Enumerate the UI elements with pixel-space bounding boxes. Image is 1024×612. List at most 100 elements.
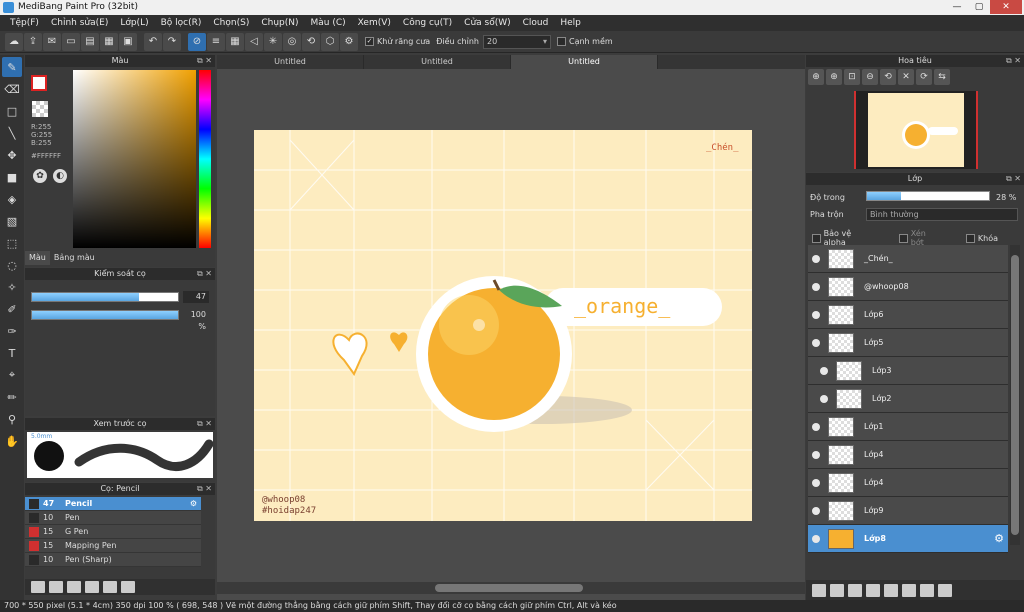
snap-circle-icon[interactable]: ◎ bbox=[283, 32, 301, 51]
close-button[interactable]: ✕ bbox=[990, 0, 1022, 14]
rotate-left-icon[interactable]: ⟲ bbox=[880, 69, 896, 85]
layer-folder-icon[interactable] bbox=[884, 583, 898, 597]
visibility-eye-icon[interactable] bbox=[812, 310, 820, 319]
layer-row[interactable]: Lớp6 bbox=[808, 301, 1008, 329]
menu-window[interactable]: Cửa sổ(W) bbox=[458, 18, 516, 28]
layer-row[interactable]: _Chén_ bbox=[808, 245, 1008, 273]
delete-brush-icon[interactable] bbox=[121, 581, 135, 593]
layer-row[interactable]: Lớp4 bbox=[808, 469, 1008, 497]
chat-icon[interactable]: ▭ bbox=[62, 32, 80, 51]
snap-perspective-icon[interactable]: ◁ bbox=[245, 32, 263, 51]
duplicate-layer-icon[interactable] bbox=[902, 583, 916, 597]
hue-slider[interactable] bbox=[199, 70, 211, 248]
tab-palette[interactable]: Bảng màu bbox=[50, 251, 99, 265]
tab-untitled-2[interactable]: Untitled bbox=[364, 55, 511, 69]
brush-opacity-slider[interactable] bbox=[31, 310, 179, 320]
horizontal-scroll-thumb[interactable] bbox=[435, 584, 583, 592]
hand-tool-icon[interactable]: ✋ bbox=[2, 431, 22, 451]
snap-curve-icon[interactable]: ⟲ bbox=[302, 32, 320, 51]
lasso-tool-icon[interactable]: ◌ bbox=[2, 255, 22, 275]
tab-untitled-1[interactable]: Untitled bbox=[217, 55, 364, 69]
menu-cloud[interactable]: Cloud bbox=[517, 18, 555, 28]
menu-edit[interactable]: Chỉnh sửa(E) bbox=[45, 18, 114, 28]
snap-grid-icon[interactable]: ▦ bbox=[226, 32, 244, 51]
comment-icon[interactable]: ✉ bbox=[43, 32, 61, 51]
visibility-eye-icon[interactable] bbox=[812, 254, 820, 263]
brush-item[interactable]: 15 G Pen bbox=[25, 525, 201, 539]
layer-scrollbar[interactable] bbox=[1010, 245, 1020, 545]
new-color-layer-icon[interactable] bbox=[830, 583, 844, 597]
magic-wand-tool-icon[interactable]: ✧ bbox=[2, 277, 22, 297]
visibility-eye-icon[interactable] bbox=[812, 478, 820, 487]
new-layer-icon[interactable] bbox=[812, 583, 826, 597]
copy-brush-icon[interactable] bbox=[49, 581, 63, 593]
menu-file[interactable]: Tệp(F) bbox=[4, 18, 45, 28]
panel-icon[interactable]: ▣ bbox=[119, 32, 137, 51]
maximize-button[interactable]: ▢ bbox=[968, 0, 990, 14]
brush-menu-icon[interactable] bbox=[67, 581, 81, 593]
foreground-color[interactable] bbox=[31, 75, 47, 91]
document-icon[interactable]: ▤ bbox=[81, 32, 99, 51]
select-eraser-tool-icon[interactable]: ✑ bbox=[2, 321, 22, 341]
panel-float-close-icon[interactable]: ⧉ ✕ bbox=[197, 483, 212, 495]
brush-tool-icon[interactable]: ✎ bbox=[2, 57, 22, 77]
snap-3d-icon[interactable]: ⬡ bbox=[321, 32, 339, 51]
rectangle-tool-icon[interactable]: □ bbox=[2, 101, 22, 121]
visibility-eye-icon[interactable] bbox=[812, 534, 820, 543]
menu-help[interactable]: Help bbox=[554, 18, 587, 28]
menu-color[interactable]: Màu (C) bbox=[305, 18, 352, 28]
add-brush-icon[interactable] bbox=[31, 581, 45, 593]
palette-icon[interactable]: ✿ bbox=[33, 169, 47, 183]
undo-button[interactable]: ↶ bbox=[144, 32, 162, 51]
tab-untitled-3[interactable]: Untitled bbox=[511, 55, 658, 69]
layer-opacity-slider[interactable] bbox=[866, 191, 990, 201]
flip-icon[interactable]: ⇆ bbox=[934, 69, 950, 85]
new-halftone-layer-icon[interactable] bbox=[848, 583, 862, 597]
layer-row[interactable]: Lớp5 bbox=[808, 329, 1008, 357]
panel-float-close-icon[interactable]: ⧉ ✕ bbox=[197, 55, 212, 67]
panel-float-close-icon[interactable]: ⧉ ✕ bbox=[197, 418, 212, 430]
menu-view[interactable]: Xem(V) bbox=[352, 18, 397, 28]
soft-edge-checkbox[interactable]: Cạnh mềm bbox=[556, 37, 613, 46]
brush-settings-icon[interactable]: ⚙ bbox=[190, 499, 197, 508]
gradient-tool-icon[interactable]: ▧ bbox=[2, 211, 22, 231]
color-picker-icon[interactable]: ◐ bbox=[53, 169, 67, 183]
snap-parallel-icon[interactable]: ≡ bbox=[207, 32, 225, 51]
brush-item[interactable]: 15 Mapping Pen bbox=[25, 539, 201, 553]
redo-button[interactable]: ↷ bbox=[163, 32, 181, 51]
brush-size-slider[interactable] bbox=[31, 292, 179, 302]
navigator-preview[interactable] bbox=[854, 91, 978, 169]
brush-item[interactable]: 47 Pencil ⚙ bbox=[25, 497, 201, 511]
reset-view-icon[interactable]: ✕ bbox=[898, 69, 914, 85]
layer-row[interactable]: Lớp2 bbox=[808, 385, 1008, 413]
antialias-checkbox[interactable]: ✓ Khử răng cưa bbox=[365, 37, 430, 46]
layer-row[interactable]: Lớp8 ⚙ bbox=[808, 525, 1008, 553]
fit-icon[interactable]: ⊡ bbox=[844, 69, 860, 85]
layer-row[interactable]: Lớp3 bbox=[808, 357, 1008, 385]
divide-tool-icon[interactable]: ✏ bbox=[2, 387, 22, 407]
move-tool-icon[interactable]: ✥ bbox=[2, 145, 22, 165]
panel-float-close-icon[interactable]: ⧉ ✕ bbox=[197, 268, 212, 280]
minimize-button[interactable]: — bbox=[946, 0, 968, 14]
select-tool-icon[interactable]: ⬚ bbox=[2, 233, 22, 253]
brush-item[interactable]: 10 Pen (Sharp) bbox=[25, 553, 201, 567]
operation-tool-icon[interactable]: ⌖ bbox=[2, 365, 22, 385]
drawing-canvas[interactable]: _orange_ _Chén_ @whoop08 #hoidap247 bbox=[254, 130, 752, 521]
menu-layer[interactable]: Lớp(L) bbox=[114, 18, 154, 28]
layer-settings-icon[interactable]: ⚙ bbox=[994, 532, 1004, 545]
transparent-color[interactable] bbox=[32, 101, 48, 117]
layer-scroll-thumb[interactable] bbox=[1011, 255, 1019, 535]
visibility-eye-icon[interactable] bbox=[812, 338, 820, 347]
visibility-eye-icon[interactable] bbox=[820, 394, 828, 403]
select-pen-tool-icon[interactable]: ✐ bbox=[2, 299, 22, 319]
fill-shape-tool-icon[interactable]: ■ bbox=[2, 167, 22, 187]
visibility-eye-icon[interactable] bbox=[812, 506, 820, 515]
merge-layer-icon[interactable] bbox=[920, 583, 934, 597]
menu-select[interactable]: Chọn(S) bbox=[207, 18, 255, 28]
correction-select[interactable]: 20 bbox=[482, 34, 551, 49]
eraser-tool-icon[interactable]: ⌫ bbox=[2, 79, 22, 99]
snap-off-icon[interactable]: ⊘ bbox=[188, 32, 206, 51]
eyedropper-tool-icon[interactable]: ⚲ bbox=[2, 409, 22, 429]
layer-row[interactable]: Lớp9 bbox=[808, 497, 1008, 525]
brush-item[interactable]: 10 Pen bbox=[25, 511, 201, 525]
